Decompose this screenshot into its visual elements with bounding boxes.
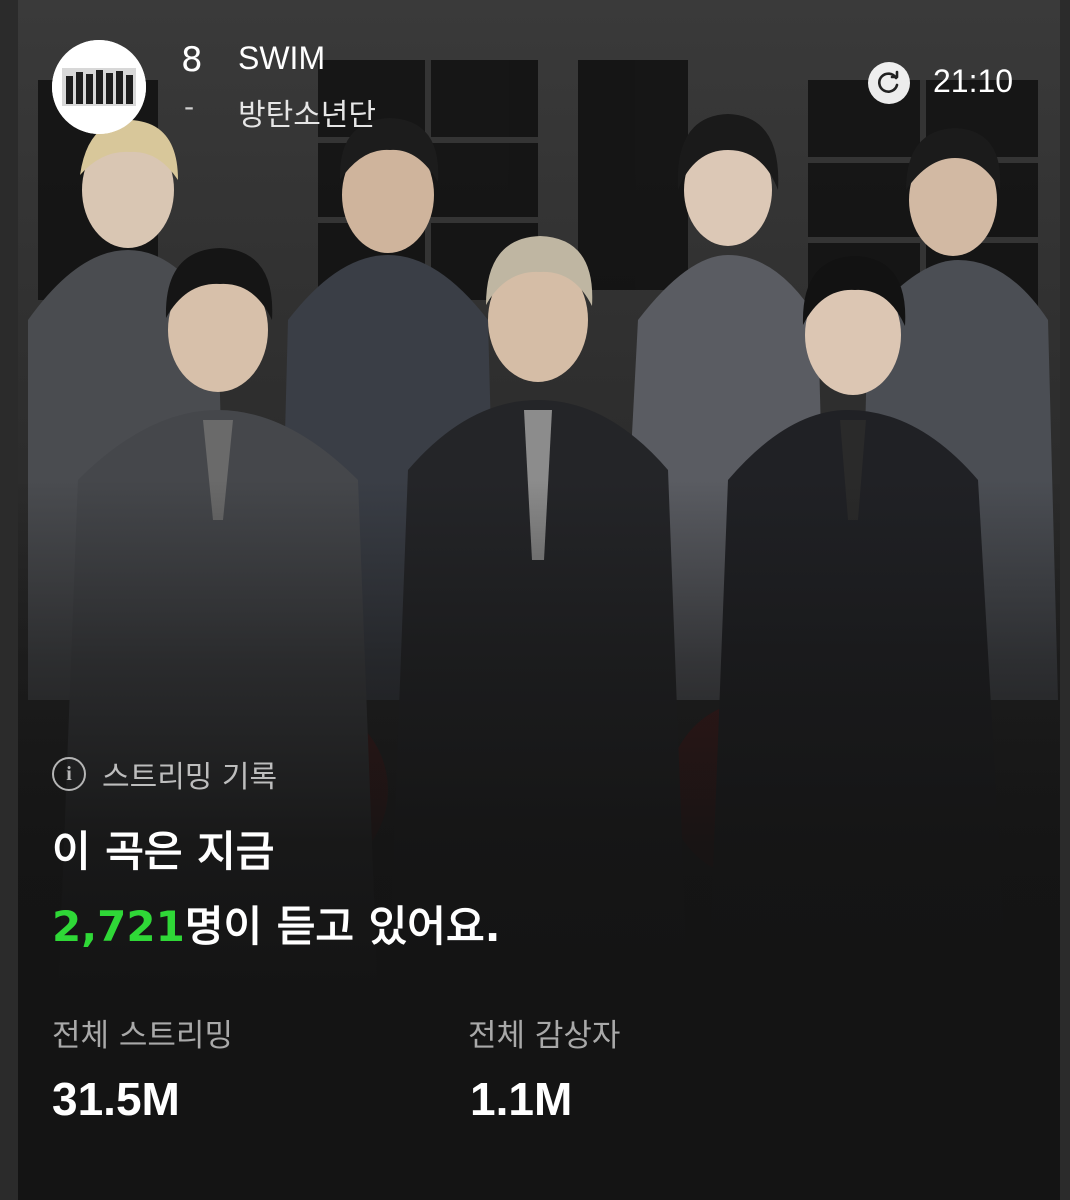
total-streams-value: 31.5M (52, 1073, 180, 1125)
refresh-icon (878, 70, 899, 93)
screen: 8 - SWIM 방탄소년단 21:10 i 스트리밍 기록 이 곡은 지금 2… (0, 0, 1070, 1200)
song-title[interactable]: SWIM (238, 40, 325, 77)
info-icon[interactable]: i (52, 757, 86, 791)
rank-change: - (184, 90, 195, 123)
streaming-record-label: 스트리밍 기록 (102, 760, 278, 795)
headline-line2-suffix: 명이 듣고 있어요. (184, 902, 501, 951)
total-streams-label: 전체 스트리밍 (52, 1018, 233, 1054)
streaming-record-header[interactable]: i 스트리밍 기록 (52, 752, 277, 796)
current-listeners-count: 2,721 (52, 902, 185, 951)
total-listeners-label: 전체 감상자 (468, 1018, 621, 1054)
song-header: 8 - SWIM 방탄소년단 21:10 (18, 0, 1060, 134)
chart-detail-card: 8 - SWIM 방탄소년단 21:10 i 스트리밍 기록 이 곡은 지금 2… (18, 0, 1060, 1200)
headline-line1: 이 곡은 지금 (52, 827, 275, 876)
refresh-button[interactable] (868, 62, 910, 104)
update-time: 21:10 (933, 63, 1014, 99)
chart-rank: 8 (181, 40, 203, 80)
headline-line2: 2,721명이 듣고 있어요. (52, 893, 501, 954)
album-thumbnail-art (52, 40, 146, 134)
artist-name[interactable]: 방탄소년단 (238, 90, 376, 134)
album-thumbnail[interactable] (52, 40, 146, 134)
total-listeners-value: 1.1M (470, 1073, 573, 1125)
